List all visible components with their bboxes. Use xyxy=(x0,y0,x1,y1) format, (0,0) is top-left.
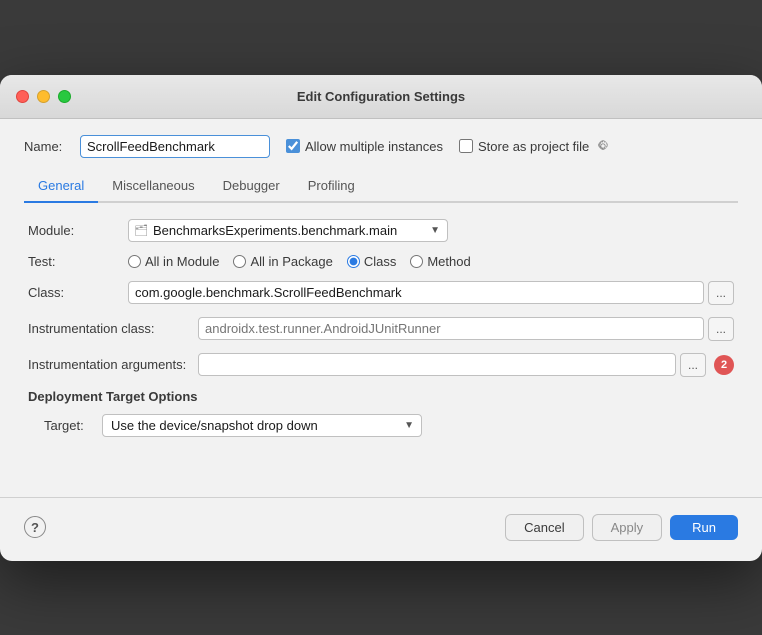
store-project-label: Store as project file xyxy=(478,139,589,154)
instrumentation-arguments-input-group: ... 2 xyxy=(198,353,734,377)
name-label: Name: xyxy=(24,139,72,154)
dialog-content: Name: Allow multiple instances Store as … xyxy=(0,119,762,457)
instrumentation-class-browse-button[interactable]: ... xyxy=(708,317,734,341)
radio-method[interactable] xyxy=(410,255,423,268)
title-bar: Edit Configuration Settings xyxy=(0,75,762,119)
class-row: Class: ... xyxy=(28,281,734,305)
target-label: Target: xyxy=(44,418,94,433)
test-radio-group: All in Module All in Package Class Metho… xyxy=(128,254,471,269)
dialog-window: Edit Configuration Settings Name: Allow … xyxy=(0,75,762,561)
radio-all-in-package[interactable] xyxy=(233,255,246,268)
class-browse-button[interactable]: ... xyxy=(708,281,734,305)
action-buttons: Cancel Apply Run xyxy=(505,514,738,541)
minimize-button[interactable] xyxy=(37,90,50,103)
test-all-in-package[interactable]: All in Package xyxy=(233,254,332,269)
module-label: Module: xyxy=(28,223,128,238)
instrumentation-class-row: Instrumentation class: ... xyxy=(28,317,734,341)
class-label: Class: xyxy=(28,285,128,300)
class-input-group: ... xyxy=(128,281,734,305)
instrumentation-class-label: Instrumentation class: xyxy=(28,321,198,336)
close-button[interactable] xyxy=(16,90,29,103)
tab-profiling[interactable]: Profiling xyxy=(294,172,369,203)
module-select-wrapper: 🗂 BenchmarksExperiments.benchmark.main ▼ xyxy=(128,219,448,242)
instrumentation-class-input-group: ... xyxy=(198,317,734,341)
test-all-in-module[interactable]: All in Module xyxy=(128,254,219,269)
apply-button[interactable]: Apply xyxy=(592,514,663,541)
allow-multiple-label: Allow multiple instances xyxy=(305,139,443,154)
test-row: Test: All in Module All in Package Class xyxy=(28,254,734,269)
options-group: Allow multiple instances Store as projec… xyxy=(286,139,610,154)
radio-all-in-module-label: All in Module xyxy=(145,254,219,269)
name-input[interactable] xyxy=(80,135,270,158)
tab-general[interactable]: General xyxy=(24,172,98,203)
dialog-title: Edit Configuration Settings xyxy=(297,89,465,104)
instrumentation-arguments-badge: 2 xyxy=(714,355,734,375)
name-row: Name: Allow multiple instances Store as … xyxy=(24,135,738,158)
test-class[interactable]: Class xyxy=(347,254,397,269)
radio-all-in-module[interactable] xyxy=(128,255,141,268)
radio-class-label: Class xyxy=(364,254,397,269)
target-select[interactable]: Use the device/snapshot drop down xyxy=(102,414,422,437)
allow-multiple-checkbox[interactable] xyxy=(286,139,300,153)
instrumentation-arguments-browse-button[interactable]: ... xyxy=(680,353,706,377)
tabs-bar: General Miscellaneous Debugger Profiling xyxy=(24,172,738,203)
instrumentation-arguments-row: Instrumentation arguments: ... 2 xyxy=(28,353,734,377)
radio-method-label: Method xyxy=(427,254,470,269)
gear-icon xyxy=(596,139,610,153)
bottom-bar: ? Cancel Apply Run xyxy=(0,497,762,561)
deployment-heading: Deployment Target Options xyxy=(28,389,734,404)
maximize-button[interactable] xyxy=(58,90,71,103)
radio-class[interactable] xyxy=(347,255,360,268)
instrumentation-class-input[interactable] xyxy=(198,317,704,340)
form-section: Module: 🗂 BenchmarksExperiments.benchmar… xyxy=(24,219,738,437)
help-button[interactable]: ? xyxy=(24,516,46,538)
allow-multiple-item[interactable]: Allow multiple instances xyxy=(286,139,443,154)
target-select-wrapper: Use the device/snapshot drop down ▼ xyxy=(102,414,422,437)
store-project-checkbox[interactable] xyxy=(459,139,473,153)
instrumentation-arguments-label: Instrumentation arguments: xyxy=(28,357,198,372)
module-row: Module: 🗂 BenchmarksExperiments.benchmar… xyxy=(28,219,734,242)
test-method[interactable]: Method xyxy=(410,254,470,269)
store-project-item[interactable]: Store as project file xyxy=(459,139,610,154)
run-button[interactable]: Run xyxy=(670,515,738,540)
tab-debugger[interactable]: Debugger xyxy=(209,172,294,203)
module-select[interactable]: BenchmarksExperiments.benchmark.main xyxy=(128,219,448,242)
instrumentation-arguments-input[interactable] xyxy=(198,353,676,376)
test-label: Test: xyxy=(28,254,128,269)
radio-all-in-package-label: All in Package xyxy=(250,254,332,269)
traffic-lights xyxy=(16,90,71,103)
cancel-button[interactable]: Cancel xyxy=(505,514,583,541)
tab-miscellaneous[interactable]: Miscellaneous xyxy=(98,172,208,203)
class-input[interactable] xyxy=(128,281,704,304)
target-row: Target: Use the device/snapshot drop dow… xyxy=(44,414,734,437)
